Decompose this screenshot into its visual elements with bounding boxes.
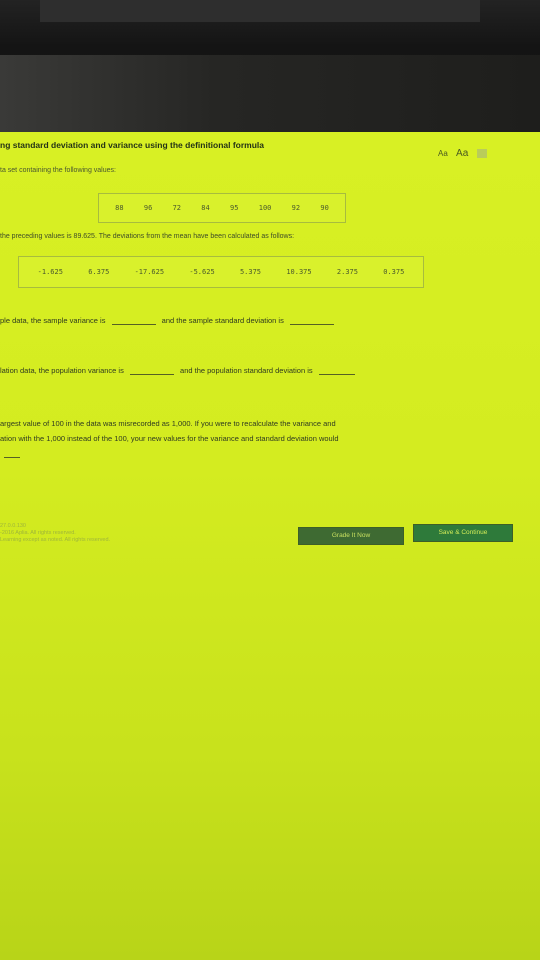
value-cell: 96 [143, 204, 153, 212]
deviation-cell: -17.625 [134, 268, 165, 276]
misrecord-line-1: argest value of 100 in the data was misr… [0, 419, 336, 428]
accessibility-icon[interactable] [476, 149, 487, 159]
deviations-table: -1.625 6.375 -17.625 -5.625 5.375 10.375… [18, 256, 424, 288]
values-table: 88 96 72 84 95 100 92 90 [98, 193, 346, 223]
sample-sd-label: and the sample standard deviation is [161, 316, 284, 325]
font-size-controls[interactable]: Aa Aa [438, 148, 487, 159]
intro-text: ta set containing the following values: [0, 167, 116, 174]
sample-variance-label: ple data, the sample variance is [0, 316, 106, 325]
glare-band [0, 55, 540, 133]
value-cell: 84 [201, 204, 210, 212]
sample-sd-blank[interactable] [289, 316, 334, 325]
save-continue-button[interactable]: Save & Continue [413, 524, 513, 542]
deviation-cell: -1.625 [37, 268, 63, 276]
footer-rights-line: Learning except as noted. All rights res… [0, 537, 111, 543]
deviation-cell: 5.375 [239, 268, 262, 276]
deviation-cell: 0.375 [383, 268, 405, 276]
misrecord-line-2: ation with the 1,000 instead of the 100,… [0, 434, 339, 443]
value-cell: 90 [320, 204, 329, 212]
page-title: ng standard deviation and variance using… [0, 140, 265, 150]
population-sd-label: and the population standard deviation is [180, 366, 313, 375]
footer-version: 27.0.0.130 [0, 523, 26, 529]
grade-it-now-button[interactable]: Grade It Now [298, 527, 404, 545]
mean-statement: the preceding values is 89.625. The devi… [0, 233, 295, 240]
value-cell: 100 [258, 204, 272, 212]
deviation-cell: 2.375 [336, 268, 358, 276]
font-small-button[interactable]: Aa [438, 149, 448, 158]
value-cell: 95 [230, 204, 239, 212]
misrecord-dropdown[interactable] [4, 449, 20, 458]
sample-question: ple data, the sample variance is and the… [0, 316, 338, 325]
value-cell: 72 [172, 204, 182, 212]
deviation-cell: 6.375 [88, 268, 110, 276]
deviation-cell: 10.375 [286, 268, 312, 276]
population-variance-label: lation data, the population variance is [0, 366, 124, 375]
footer-copyright-line: -2016 Aplia. All rights reserved. [0, 530, 76, 536]
deviation-cell: -5.625 [189, 268, 215, 276]
footer-copyright: 27.0.0.130 -2016 Aplia. All rights reser… [0, 523, 110, 544]
sample-variance-blank[interactable] [111, 316, 156, 325]
misrecord-answer [0, 449, 24, 458]
population-variance-blank[interactable] [129, 366, 174, 375]
value-cell: 88 [115, 204, 124, 212]
population-sd-blank[interactable] [318, 366, 355, 375]
value-cell: 92 [291, 204, 301, 212]
population-question: lation data, the population variance is … [0, 366, 359, 375]
monitor-edge [40, 0, 480, 22]
font-large-button[interactable]: Aa [456, 148, 468, 159]
